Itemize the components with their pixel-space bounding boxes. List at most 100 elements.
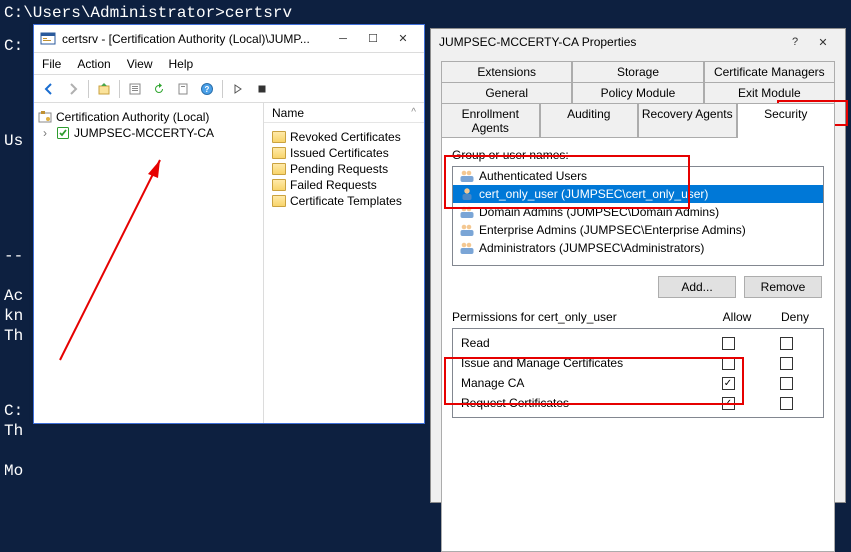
- tab-strip: Extensions Storage Certificate Managers …: [431, 55, 845, 138]
- list-item-label: Pending Requests: [290, 162, 388, 176]
- folder-icon: [272, 195, 286, 207]
- tab-storage[interactable]: Storage: [572, 61, 703, 82]
- play-button[interactable]: [227, 78, 249, 100]
- tab-enrollment-agents[interactable]: Enrollment Agents: [441, 103, 540, 138]
- menu-bar: File Action View Help: [34, 53, 424, 75]
- tab-general[interactable]: General: [441, 82, 572, 103]
- ca-icon: [56, 126, 70, 140]
- expand-icon[interactable]: ›: [38, 126, 52, 140]
- window-title: certsrv - [Certification Authority (Loca…: [62, 32, 328, 46]
- permissions-list: Read Issue and Manage Certificates Manag…: [452, 328, 824, 418]
- console-fragment: Ac: [0, 285, 27, 307]
- app-icon: [40, 31, 56, 47]
- close-button[interactable]: ✕: [388, 29, 418, 49]
- allow-checkbox[interactable]: [722, 357, 735, 370]
- console-fragment: kn: [0, 305, 27, 327]
- principal-row[interactable]: Authenticated Users: [453, 167, 823, 185]
- toolbar: ?: [34, 75, 424, 103]
- minimize-button[interactable]: ─: [328, 29, 358, 49]
- refresh-button[interactable]: [148, 78, 170, 100]
- list-item-label: Certificate Templates: [290, 194, 402, 208]
- principal-row[interactable]: cert_only_user (JUMPSEC\cert_only_user): [453, 185, 823, 203]
- tab-policy-module[interactable]: Policy Module: [572, 82, 703, 103]
- deny-checkbox[interactable]: [780, 377, 793, 390]
- dialog-titlebar[interactable]: JUMPSEC-MCCERTY-CA Properties ? ✕: [431, 29, 845, 55]
- properties-button[interactable]: [124, 78, 146, 100]
- forward-button[interactable]: [62, 78, 84, 100]
- list-item[interactable]: Certificate Templates: [268, 193, 420, 209]
- menu-file[interactable]: File: [34, 53, 69, 75]
- console-fragment: Th: [0, 420, 27, 442]
- close-button[interactable]: ✕: [809, 32, 837, 52]
- help-button[interactable]: ?: [781, 32, 809, 52]
- perm-row-read: Read: [461, 333, 815, 353]
- principal-row[interactable]: Administrators (JUMPSEC\Administrators): [453, 239, 823, 257]
- principals-list[interactable]: Authenticated Users cert_only_user (JUMP…: [452, 166, 824, 266]
- certsrv-mmc-window: certsrv - [Certification Authority (Loca…: [33, 24, 425, 424]
- dialog-title: JUMPSEC-MCCERTY-CA Properties: [439, 35, 781, 49]
- list-pane[interactable]: Name ^ Revoked Certificates Issued Certi…: [264, 103, 424, 423]
- principal-label: Authenticated Users: [479, 169, 587, 183]
- list-header[interactable]: Name ^: [264, 103, 424, 123]
- console-fragment: Us: [0, 130, 27, 152]
- menu-view[interactable]: View: [119, 53, 161, 75]
- menu-help[interactable]: Help: [161, 53, 202, 75]
- principal-label: Domain Admins (JUMPSEC\Domain Admins): [479, 205, 719, 219]
- properties-dialog: JUMPSEC-MCCERTY-CA Properties ? ✕ Extens…: [430, 28, 846, 503]
- console-prompt: C:\Users\Administrator>certsrv: [0, 2, 296, 24]
- list-item[interactable]: Issued Certificates: [268, 145, 420, 161]
- principal-label: Enterprise Admins (JUMPSEC\Enterprise Ad…: [479, 223, 746, 237]
- folder-icon: [272, 147, 286, 159]
- tab-recovery-agents[interactable]: Recovery Agents: [638, 103, 737, 138]
- allow-checkbox[interactable]: [722, 337, 735, 350]
- principal-row[interactable]: Enterprise Admins (JUMPSEC\Enterprise Ad…: [453, 221, 823, 239]
- group-icon: [459, 169, 475, 183]
- perm-name: Read: [461, 336, 699, 350]
- tree-root-label: Certification Authority (Local): [56, 110, 209, 124]
- tab-auditing[interactable]: Auditing: [540, 103, 639, 138]
- svg-text:?: ?: [205, 85, 210, 94]
- perm-row-manage-ca: Manage CA ✓: [461, 373, 815, 393]
- tab-extensions[interactable]: Extensions: [441, 61, 572, 82]
- maximize-button[interactable]: ☐: [358, 29, 388, 49]
- back-button[interactable]: [38, 78, 60, 100]
- up-button[interactable]: [93, 78, 115, 100]
- column-name[interactable]: Name: [272, 106, 411, 120]
- list-item[interactable]: Failed Requests: [268, 177, 420, 193]
- allow-checkbox[interactable]: ✓: [722, 397, 735, 410]
- tab-cert-managers[interactable]: Certificate Managers: [704, 61, 835, 82]
- perm-name: Manage CA: [461, 376, 699, 390]
- folder-icon: [272, 179, 286, 191]
- allow-header: Allow: [708, 310, 766, 324]
- console-fragment: C:: [0, 35, 27, 57]
- deny-checkbox[interactable]: [780, 397, 793, 410]
- deny-checkbox[interactable]: [780, 357, 793, 370]
- tree-pane[interactable]: Certification Authority (Local) › JUMPSE…: [34, 103, 264, 423]
- group-names-label: Group or user names:: [452, 148, 824, 162]
- principal-row[interactable]: Domain Admins (JUMPSEC\Domain Admins): [453, 203, 823, 221]
- deny-header: Deny: [766, 310, 824, 324]
- list-item-label: Issued Certificates: [290, 146, 389, 160]
- deny-checkbox[interactable]: [780, 337, 793, 350]
- add-button[interactable]: Add...: [658, 276, 736, 298]
- user-icon: [459, 187, 475, 201]
- titlebar[interactable]: certsrv - [Certification Authority (Loca…: [34, 25, 424, 53]
- stop-button[interactable]: [251, 78, 273, 100]
- remove-button[interactable]: Remove: [744, 276, 822, 298]
- group-icon: [459, 223, 475, 237]
- tab-security[interactable]: Security: [737, 103, 836, 138]
- tree-root[interactable]: Certification Authority (Local): [38, 109, 259, 125]
- list-item-label: Failed Requests: [290, 178, 377, 192]
- perm-row-issue: Issue and Manage Certificates: [461, 353, 815, 373]
- list-item[interactable]: Revoked Certificates: [268, 129, 420, 145]
- help-button[interactable]: ?: [196, 78, 218, 100]
- tree-ca-node[interactable]: › JUMPSEC-MCCERTY-CA: [38, 125, 259, 141]
- list-item[interactable]: Pending Requests: [268, 161, 420, 177]
- export-button[interactable]: [172, 78, 194, 100]
- perm-name: Request Certificates: [461, 396, 699, 410]
- allow-checkbox[interactable]: ✓: [722, 377, 735, 390]
- principal-label: Administrators (JUMPSEC\Administrators): [479, 241, 704, 255]
- menu-action[interactable]: Action: [69, 53, 118, 75]
- permissions-label: Permissions for cert_only_user: [452, 310, 708, 324]
- tab-exit-module[interactable]: Exit Module: [704, 82, 835, 103]
